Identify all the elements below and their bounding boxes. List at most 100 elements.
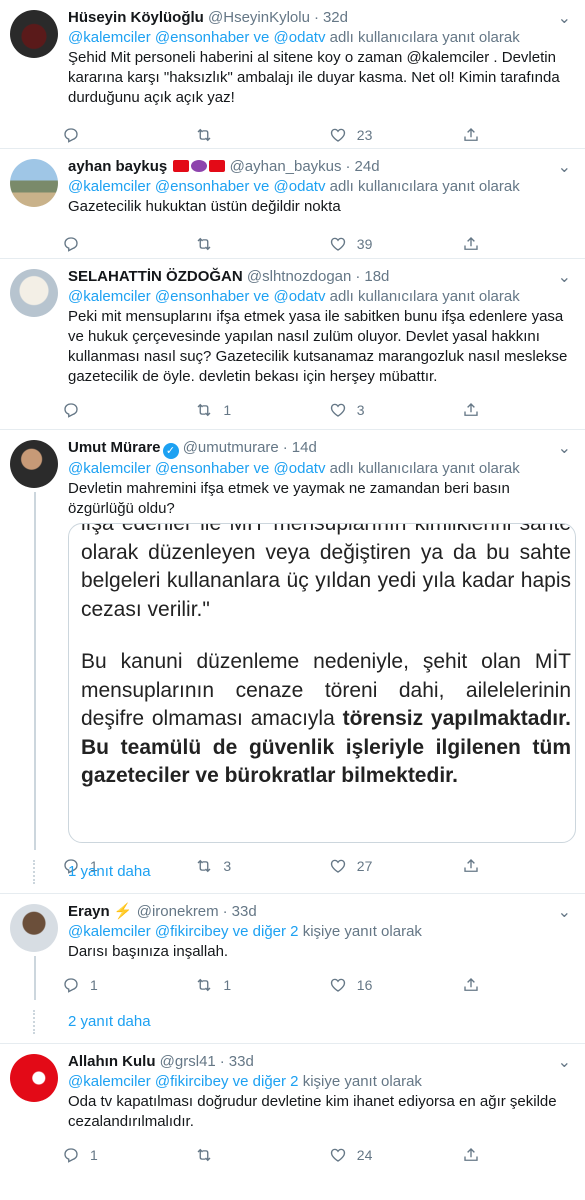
tweet-image[interactable]: ifşa edenler ile MİT mensuplarının kimli… [68, 523, 576, 843]
like-button[interactable]: 23 [329, 126, 462, 144]
verified-badge-icon: ✓ [162, 443, 179, 459]
thread-dots [33, 1010, 37, 1034]
more-options-icon[interactable]: ⌄ [558, 438, 571, 458]
tweet[interactable]: ayhan baykuş @ayhan_baykus · 24d ⌄ @kalemc… [0, 149, 585, 259]
author-name[interactable]: Erayn [68, 903, 110, 920]
like-button[interactable]: 39 [329, 235, 462, 253]
avatar[interactable] [10, 269, 58, 317]
like-icon [329, 126, 347, 144]
reply-icon [62, 235, 80, 253]
show-more-replies-link[interactable]: 1 yanıt daha [0, 850, 585, 894]
retweet-button[interactable] [195, 235, 328, 253]
like-button[interactable]: 3 [329, 401, 462, 419]
turkey-flag-icon [173, 160, 190, 172]
more-options-icon[interactable]: ⌄ [558, 902, 571, 922]
author-handle[interactable]: @ironekrem [137, 903, 219, 920]
reply-icon [62, 1146, 80, 1164]
mention-link[interactable]: @kalemciler @ensonhaber ve @odatv [68, 29, 325, 46]
turkey-flag-icon [209, 160, 226, 172]
tweet[interactable]: SELAHATTİN ÖZDOĞAN @slhtnozdogan · 18d ⌄ @… [0, 259, 585, 430]
thread-line [34, 492, 36, 850]
tweet[interactable]: Allahın Kulu @grsl41 · 33d ⌄ @kalemciler @… [0, 1044, 585, 1178]
retweet-icon [195, 1146, 213, 1164]
more-options-icon[interactable]: ⌄ [558, 1052, 571, 1072]
retweet-count: 1 [223, 977, 232, 993]
timestamp[interactable]: 33d [232, 903, 257, 920]
reply-button[interactable]: 1 [62, 976, 195, 994]
reply-count: 1 [90, 977, 98, 993]
timestamp[interactable]: 14d [292, 439, 317, 456]
mention-link[interactable]: @kalemciler @ensonhaber ve @odatv [68, 178, 325, 195]
avatar[interactable] [10, 159, 58, 207]
reply-button[interactable] [62, 126, 195, 144]
retweet-icon [195, 976, 213, 994]
author-handle[interactable]: @umutmurare [183, 439, 279, 456]
avatar[interactable] [10, 440, 58, 488]
author-name[interactable]: Hüseyin Köylüoğlu [68, 9, 204, 26]
share-button[interactable] [462, 1146, 502, 1164]
like-count: 23 [356, 127, 373, 143]
retweet-count: 1 [223, 402, 232, 418]
more-options-icon[interactable]: ⌄ [558, 157, 571, 177]
author-handle[interactable]: @slhtnozdogan [247, 268, 351, 285]
thread-dots [33, 860, 37, 884]
retweet-button[interactable]: 1 [195, 976, 328, 994]
author-handle[interactable]: @grsl41 [160, 1053, 216, 1070]
share-icon [462, 1146, 480, 1164]
replying-to: @kalemciler @fikircibey ve diğer 2 kişiy… [68, 1073, 422, 1090]
mention-link[interactable]: @kalemciler @ensonhaber ve @odatv [68, 460, 325, 477]
author-name[interactable]: ayhan baykuş [68, 158, 167, 175]
author-name[interactable]: Umut Mürare [68, 439, 161, 456]
reply-button[interactable] [62, 401, 195, 419]
like-count: 24 [356, 1147, 373, 1163]
author-handle[interactable]: @HseyinKylolu [208, 9, 310, 26]
replying-to: @kalemciler @ensonhaber ve @odatv adlı k… [68, 29, 520, 46]
tweet-text: Gazetecilik hukuktan üstün değildir nokt… [68, 198, 341, 215]
like-icon [329, 401, 347, 419]
avatar[interactable] [10, 1054, 58, 1102]
reply-button[interactable] [62, 235, 195, 253]
like-button[interactable]: 16 [329, 976, 462, 994]
reply-icon [62, 126, 80, 144]
avatar[interactable] [10, 904, 58, 952]
tweet[interactable]: Umut Mürare ✓ @umutmurare · 14d ⌄ @kalemcil… [0, 430, 585, 874]
reply-count: 1 [90, 1147, 98, 1163]
show-more-replies-link[interactable]: 2 yanıt daha [0, 1000, 585, 1044]
timestamp[interactable]: 18d [364, 268, 389, 285]
retweet-button[interactable]: 1 [195, 401, 328, 419]
mention-link[interactable]: @kalemciler @ensonhaber ve @odatv [68, 288, 325, 305]
mention-link[interactable]: @kalemciler @fikircibey ve diğer 2 [68, 1073, 299, 1090]
tweet-text: Darısı başınıza inşallah. [68, 943, 229, 960]
tweet[interactable]: Hüseyin Köylüoğlu @HseyinKylolu · 32d ⌄ @k… [0, 0, 585, 149]
retweet-button[interactable] [195, 126, 328, 144]
timestamp[interactable]: 33d [229, 1053, 254, 1070]
share-icon [462, 126, 480, 144]
reply-icon [62, 976, 80, 994]
timestamp[interactable]: 24d [355, 158, 380, 175]
thread-line [34, 956, 36, 1000]
share-button[interactable] [462, 235, 502, 253]
tweet[interactable]: Erayn ⚡ @ironekrem · 33d ⌄ @kalemciler @fi… [0, 894, 585, 1000]
share-icon [462, 235, 480, 253]
retweet-icon [195, 401, 213, 419]
like-icon [329, 235, 347, 253]
replying-to: @kalemciler @fikircibey ve diğer 2 kişiy… [68, 923, 422, 940]
share-button[interactable] [462, 976, 502, 994]
reply-button[interactable]: 1 [62, 1146, 195, 1164]
avatar[interactable] [10, 10, 58, 58]
more-options-icon[interactable]: ⌄ [558, 8, 571, 28]
like-icon [329, 1146, 347, 1164]
more-options-icon[interactable]: ⌄ [558, 267, 571, 287]
like-button[interactable]: 24 [329, 1146, 462, 1164]
share-icon [462, 401, 480, 419]
share-button[interactable] [462, 126, 502, 144]
share-icon [462, 976, 480, 994]
author-handle[interactable]: @ayhan_baykus [230, 158, 342, 175]
mention-link[interactable]: @kalemciler @fikircibey ve diğer 2 [68, 923, 299, 940]
author-name[interactable]: Allahın Kulu [68, 1053, 156, 1070]
timestamp[interactable]: 32d [323, 9, 348, 26]
share-button[interactable] [462, 401, 502, 419]
retweet-button[interactable] [195, 1146, 328, 1164]
author-name[interactable]: SELAHATTİN ÖZDOĞAN [68, 268, 243, 285]
like-icon [329, 976, 347, 994]
